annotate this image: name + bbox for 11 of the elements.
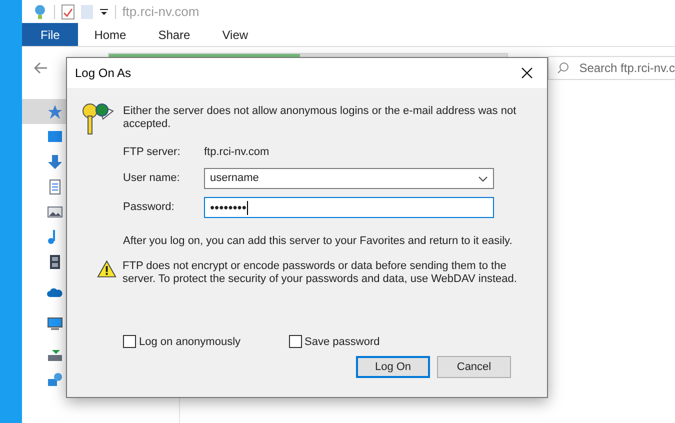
field-label: User name: — [123, 171, 181, 186]
dialog-title: Log On As — [75, 65, 132, 82]
server-address: ftp.rci-nv.com — [204, 144, 270, 160]
field-label: FTP server: — [123, 144, 182, 160]
checkbox-label: Log on anonymously — [139, 334, 241, 350]
field-label: Password: — [123, 200, 176, 216]
checkbox-label: Save password — [304, 334, 380, 350]
warning-text: FTP does not encrypt or encode passwords or data before sending them to the server. To protect the security of your passwords and data, use WebDAV instead. — [122, 260, 518, 286]
window-title: ftp.rci-nv.com — [122, 2, 200, 21]
info-text: After you log on, you can add this server to your Favorites and return to it easily. — [123, 234, 514, 249]
error-message: Either the server does not allow anonymous logins or the e-mail address was not accepted. — [123, 104, 518, 132]
